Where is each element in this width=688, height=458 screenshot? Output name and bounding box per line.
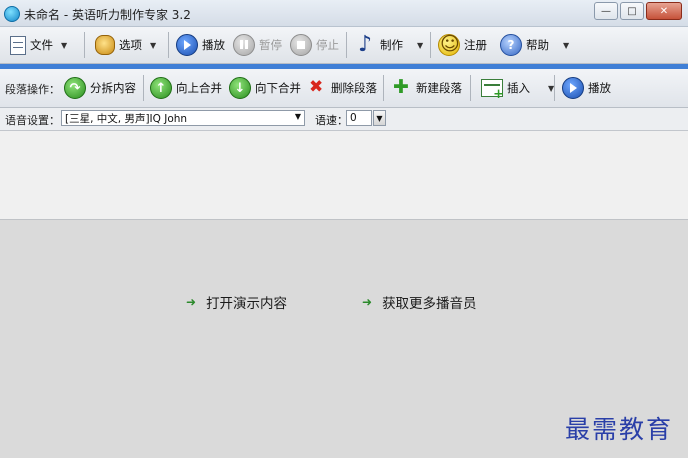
file-menu-button[interactable]: 文件 ▼ — [10, 33, 67, 57]
merge-up-label: 向上合并 — [176, 81, 222, 95]
split-label: 分拆内容 — [90, 81, 136, 95]
segment-play-button[interactable]: 播放 — [562, 76, 611, 100]
toolbar-divider — [554, 75, 555, 101]
toolbar-divider — [84, 32, 85, 58]
speed-select[interactable]: 0 — [346, 110, 372, 126]
segment-toolbar: ↷ 分拆内容 ↑ 向上合并 ↓ 向下合并 删除段落 新建段落 插入 ▼ 播放 — [0, 69, 688, 108]
app-icon — [4, 6, 20, 22]
pause-label: 暂停 — [259, 38, 282, 52]
chevron-down-icon: ▼ — [417, 40, 424, 50]
toolbar-divider — [470, 75, 471, 101]
play-label: 播放 — [202, 38, 225, 52]
smiley-icon — [438, 33, 460, 56]
chevron-down-icon: ▼ — [61, 40, 68, 50]
play-icon — [562, 77, 584, 99]
main-toolbar: 文件 ▼ 选项 ▼ 播放 暂停 停止 制作 ▼ 注册 ? 帮助 ▼ — [0, 27, 688, 64]
speed-label: 语速： — [315, 114, 348, 127]
segment-operations-label: 段落操作： — [5, 83, 60, 96]
pause-icon — [233, 34, 255, 56]
insert-label: 插入 — [507, 81, 530, 95]
delete-icon — [307, 77, 327, 98]
toolbar-divider — [143, 75, 144, 101]
stop-label: 停止 — [316, 38, 339, 52]
split-icon: ↷ — [64, 77, 86, 99]
insert-icon — [481, 79, 504, 102]
options-menu-button[interactable]: 选项 ▼ — [95, 33, 156, 57]
speed-value: 0 — [350, 112, 357, 124]
make-label: 制作 — [380, 38, 403, 52]
options-label: 选项 — [119, 38, 142, 52]
help-label: 帮助 — [526, 38, 549, 52]
toolbar-divider — [168, 32, 169, 58]
play-button[interactable]: 播放 — [176, 33, 225, 57]
chevron-down-icon: ▼ — [563, 40, 570, 50]
arrow-right-icon: ➜ — [186, 295, 197, 309]
window-title: 未命名 - 英语听力制作专家 3.2 — [24, 8, 191, 22]
merge-down-button[interactable]: ↓ 向下合并 — [229, 76, 301, 100]
window-controls: — □ ✕ — [594, 2, 682, 20]
help-icon: ? — [500, 34, 522, 56]
open-demo-label: 打开演示内容 — [206, 296, 288, 312]
chevron-down-icon: ▼ — [376, 113, 383, 123]
arrow-right-icon: ➜ — [362, 295, 373, 309]
voice-select-value: [三星, 中文, 男声]IQ John — [65, 112, 188, 125]
speed-dropdown-button[interactable]: ▼ — [373, 110, 386, 126]
document-icon — [10, 35, 26, 55]
chevron-down-icon: ▼ — [150, 40, 157, 50]
text-editor-area[interactable] — [0, 131, 688, 220]
register-button[interactable]: 注册 — [438, 33, 487, 57]
close-button[interactable]: ✕ — [646, 2, 682, 20]
segment-play-label: 播放 — [588, 81, 611, 95]
toolbar-divider — [430, 32, 431, 58]
make-menu-button[interactable]: 制作 ▼ — [356, 32, 424, 57]
toolbar-divider — [383, 75, 384, 101]
arrow-up-icon: ↑ — [150, 77, 172, 99]
minimize-button[interactable]: — — [594, 2, 618, 20]
pause-button[interactable]: 暂停 — [233, 33, 282, 57]
merge-up-button[interactable]: ↑ 向上合并 — [150, 76, 222, 100]
new-segment-button[interactable]: 新建段落 — [392, 76, 462, 100]
stop-icon — [290, 34, 312, 56]
delete-label: 删除段落 — [331, 81, 377, 95]
toolbar-divider — [346, 32, 347, 58]
get-more-announcers-link[interactable]: ➜ 获取更多播音员 — [362, 292, 477, 312]
plus-icon — [392, 76, 412, 98]
watermark: 最需教育 — [565, 415, 674, 444]
open-demo-link[interactable]: ➜ 打开演示内容 — [186, 292, 287, 312]
gear-icon — [95, 35, 115, 55]
voice-select[interactable]: [三星, 中文, 男声]IQ John ▼ — [61, 110, 305, 126]
play-icon — [176, 34, 198, 56]
new-label: 新建段落 — [416, 81, 462, 95]
title-bar: 未命名 - 英语听力制作专家 3.2 — □ ✕ — [0, 0, 688, 27]
insert-menu-button[interactable]: 插入 ▼ — [481, 76, 554, 102]
file-label: 文件 — [30, 38, 53, 52]
chevron-down-icon: ▼ — [294, 112, 301, 121]
delete-segment-button[interactable]: 删除段落 — [307, 76, 377, 100]
maximize-button[interactable]: □ — [620, 2, 644, 20]
voice-settings-label: 语音设置： — [5, 114, 60, 127]
register-label: 注册 — [464, 38, 487, 52]
help-menu-button[interactable]: ? 帮助 ▼ — [500, 33, 569, 57]
merge-down-label: 向下合并 — [255, 81, 301, 95]
music-note-icon — [356, 32, 376, 57]
get-more-label: 获取更多播音员 — [382, 296, 477, 312]
split-content-button[interactable]: ↷ 分拆内容 — [64, 76, 136, 100]
arrow-down-icon: ↓ — [229, 77, 251, 99]
stop-button[interactable]: 停止 — [290, 33, 339, 57]
